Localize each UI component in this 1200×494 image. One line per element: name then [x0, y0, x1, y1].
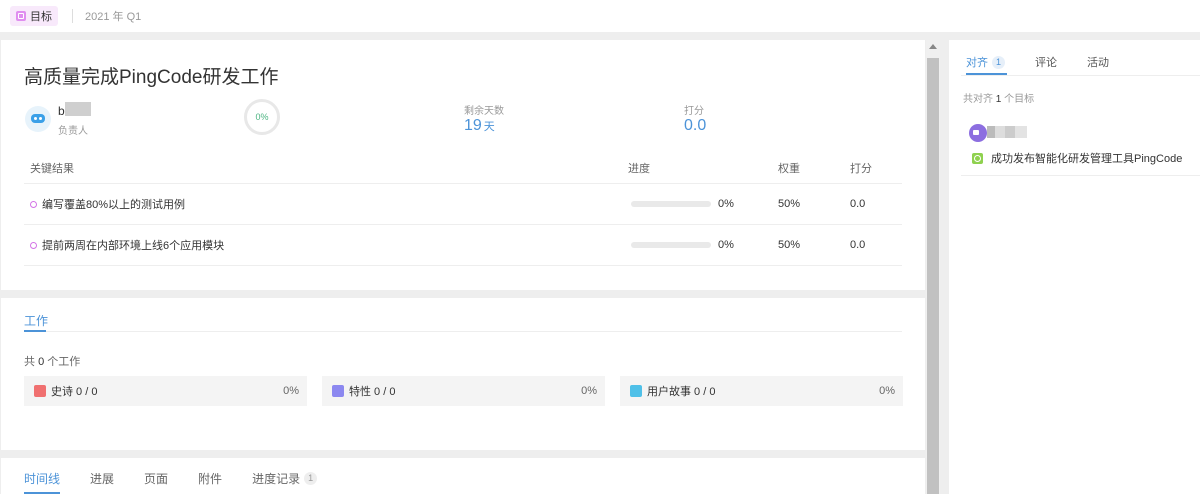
header-weight: 权重 [778, 162, 800, 175]
story-icon [630, 385, 642, 397]
score-value[interactable]: 0.0 [684, 117, 706, 135]
weight-value[interactable]: 50% [778, 198, 850, 210]
sidebar-tab-bar: 对齐 1 评论 活动 [966, 54, 1139, 75]
progress-ring: 0% [244, 99, 280, 135]
header-progress: 进度 [628, 162, 650, 175]
objective-icon [16, 11, 26, 21]
progress-bar [631, 201, 711, 207]
top-bar: 目标 2021 年 Q1 [0, 0, 1200, 32]
progress-ring-value: 0% [255, 112, 269, 122]
owner-name-redacted [65, 102, 91, 116]
epic-icon [34, 385, 46, 397]
owner-name: b [58, 104, 65, 118]
work-card: 工作 共 0 个工作 史诗 0 / 0 0% 特性 0 / 0 0% 用户故事 … [1, 298, 925, 450]
progress-value: 0% [718, 239, 734, 251]
tab-activity[interactable]: 活动 [1087, 54, 1109, 70]
weight-value[interactable]: 50% [778, 239, 850, 251]
breadcrumb-divider [72, 9, 73, 23]
scrollbar[interactable] [926, 40, 940, 494]
key-results-table: 关键结果 进度 权重 打分 编写覆盖80%以上的测试用例 0% 50% 0.0 … [24, 152, 902, 266]
key-result-dot-icon [30, 200, 37, 208]
progress-bar [631, 242, 711, 248]
work-item-label: 特性 0 / 0 [349, 386, 396, 398]
key-result-dot-icon [30, 241, 37, 249]
timeline-card: 时间线 进展 页面 附件 进度记录 1 [1, 458, 925, 494]
scroll-up-arrow-icon[interactable] [929, 44, 937, 49]
avatar[interactable] [25, 106, 51, 132]
header-score: 打分 [850, 162, 872, 175]
tab-count-badge: 1 [992, 55, 1005, 69]
aligned-goal[interactable]: 成功发布智能化研发管理工具PingCode [972, 150, 1182, 166]
header-key-result: 关键结果 [30, 162, 74, 175]
breadcrumb-objective-tag[interactable]: 目标 [10, 6, 58, 26]
key-result-name[interactable]: 编写覆盖80%以上的测试用例 [42, 196, 185, 212]
tab-alignment[interactable]: 对齐 1 [966, 54, 1007, 75]
tab-pages[interactable]: 页面 [144, 470, 168, 487]
work-item-percent: 0% [581, 385, 597, 397]
avatar[interactable] [969, 124, 987, 142]
aligned-goal-title[interactable]: 成功发布智能化研发管理工具PingCode [991, 150, 1182, 166]
tab-comments[interactable]: 评论 [1035, 54, 1057, 70]
feature-icon [332, 385, 344, 397]
work-item-percent: 0% [879, 385, 895, 397]
owner-role-label: 负责人 [58, 126, 88, 137]
tab-progress[interactable]: 进展 [90, 470, 114, 487]
score-cell[interactable]: 0.0 [850, 198, 902, 210]
work-item-story[interactable]: 用户故事 0 / 0 0% [620, 376, 903, 406]
scrollbar-thumb[interactable] [927, 58, 939, 494]
alignment-count: 共对齐 1 个目标 [963, 94, 1035, 105]
tab-active-indicator [24, 330, 46, 332]
key-result-name[interactable]: 提前两周在内部环境上线6个应用模块 [42, 237, 224, 253]
work-item-label: 用户故事 0 / 0 [647, 386, 716, 398]
score-cell[interactable]: 0.0 [850, 239, 902, 251]
table-header: 关键结果 进度 权重 打分 [24, 152, 902, 184]
row-divider [961, 175, 1200, 176]
remaining-days-label: 剩余天数 [464, 106, 504, 117]
tab-divider [961, 75, 1200, 76]
objective-icon [972, 152, 983, 164]
work-count: 共 0 个工作 [24, 356, 81, 368]
robot-avatar-icon [31, 114, 45, 123]
table-row[interactable]: 编写覆盖80%以上的测试用例 0% 50% 0.0 [24, 184, 902, 225]
remaining-days-value: 19 天 [464, 117, 495, 134]
tab-attachments[interactable]: 附件 [198, 470, 222, 487]
tab-progress-records[interactable]: 进度记录 1 [252, 470, 318, 487]
page-title[interactable]: 高质量完成PingCode研发工作 [24, 62, 278, 89]
work-item-feature[interactable]: 特性 0 / 0 0% [322, 376, 605, 406]
work-item-percent: 0% [283, 385, 299, 397]
tab-work[interactable]: 工作 [24, 312, 48, 329]
tab-divider [24, 331, 902, 332]
aligned-owner-redacted [987, 126, 1027, 138]
breadcrumb-tag-label: 目标 [30, 11, 52, 23]
objective-card: 高质量完成PingCode研发工作 b 负责人 0% 剩余天数 19 天 打分 0… [1, 40, 925, 290]
tab-count-badge: 1 [304, 472, 318, 485]
score-label: 打分 [684, 106, 704, 117]
right-sidebar: 对齐 1 评论 活动 共对齐 1 个目标 成功发布智能化研发管理工具PingCod… [949, 40, 1200, 494]
main-content: 高质量完成PingCode研发工作 b 负责人 0% 剩余天数 19 天 打分 0… [0, 40, 926, 494]
work-item-label: 史诗 0 / 0 [51, 386, 98, 398]
work-item-epic[interactable]: 史诗 0 / 0 0% [24, 376, 307, 406]
progress-value: 0% [718, 198, 734, 210]
table-row[interactable]: 提前两周在内部环境上线6个应用模块 0% 50% 0.0 [24, 225, 902, 266]
tab-timeline[interactable]: 时间线 [24, 470, 61, 494]
bottom-tab-bar: 时间线 进展 页面 附件 进度记录 1 [24, 470, 347, 494]
breadcrumb-period[interactable]: 2021 年 Q1 [85, 8, 141, 24]
